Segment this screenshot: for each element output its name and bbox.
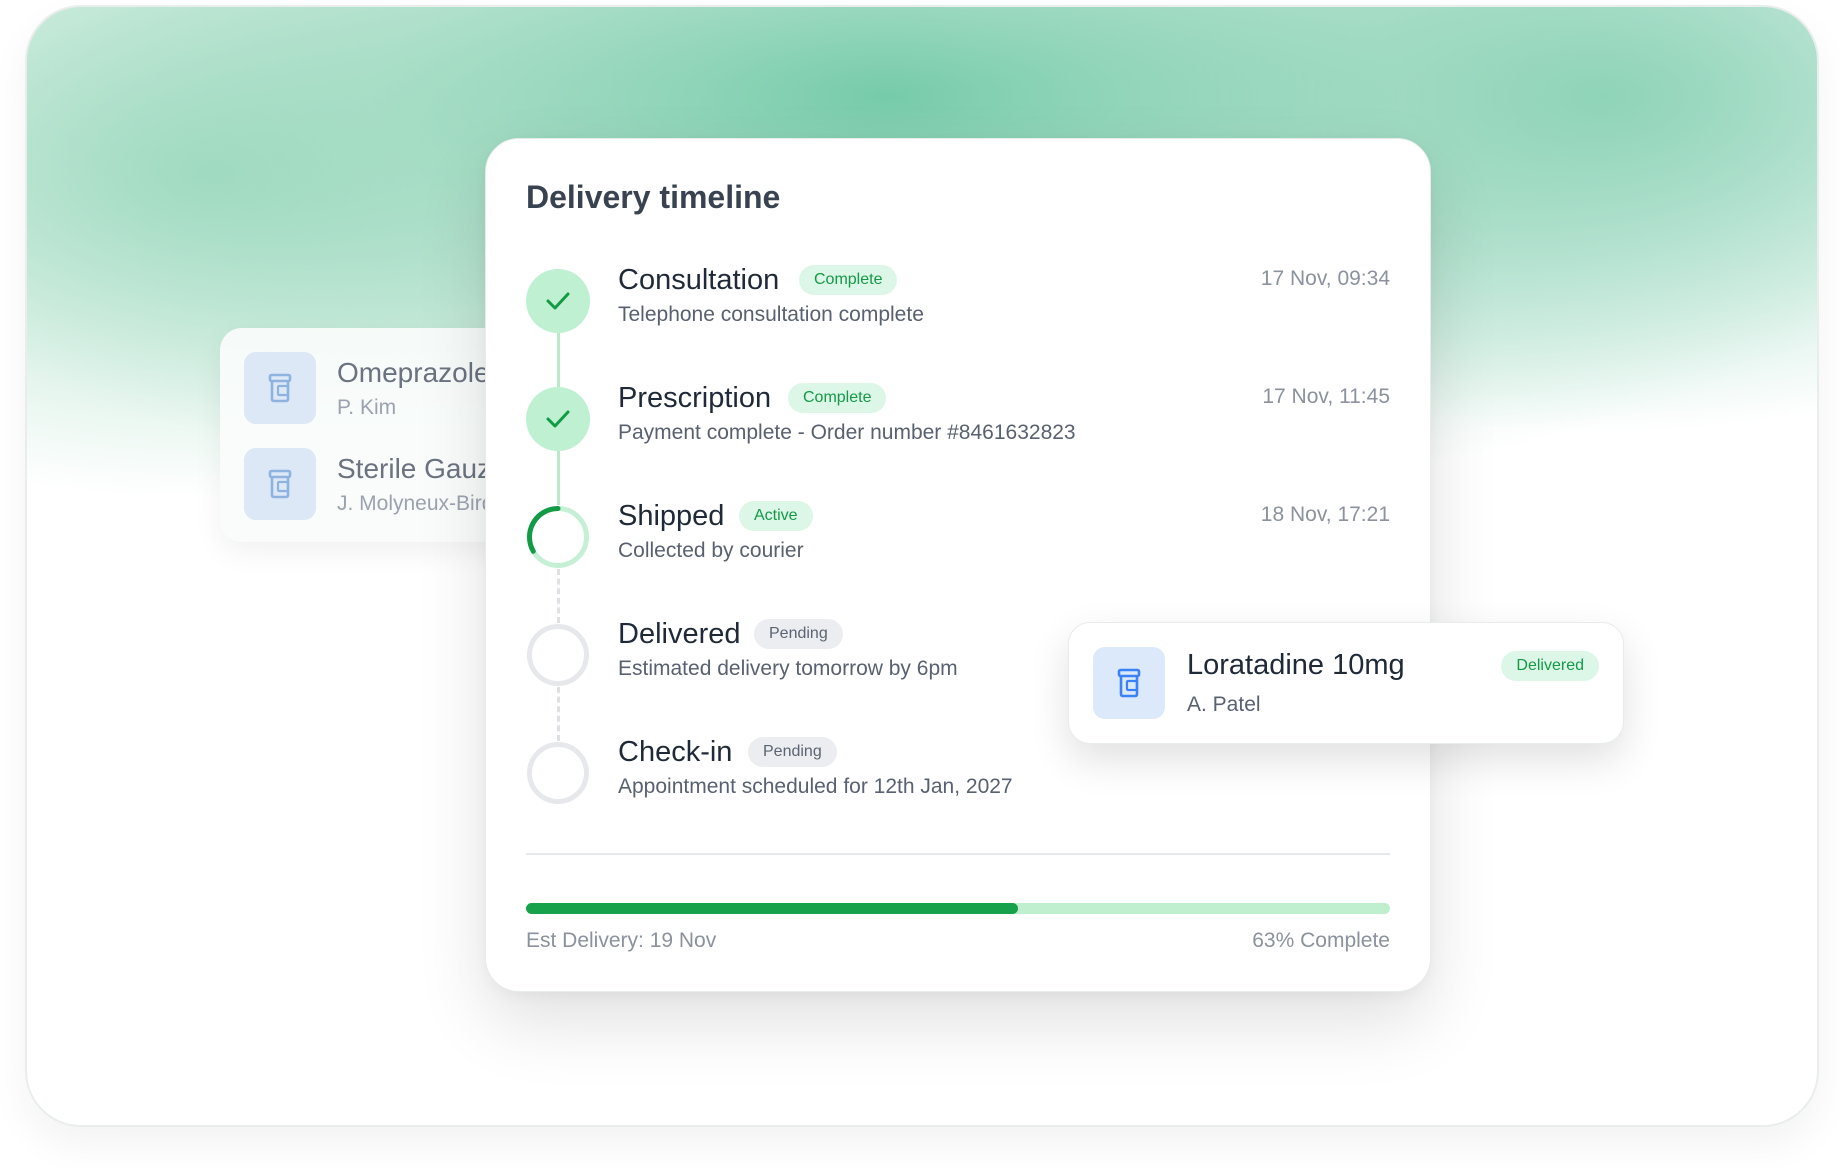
timeline-step-prescription[interactable]: Prescription Complete Payment complete -…: [486, 379, 1430, 497]
item-patient: P. Kim: [337, 396, 397, 419]
step-description: Appointment scheduled for 12th Jan, 2027: [618, 775, 1013, 798]
status-badge: Complete: [799, 265, 898, 295]
step-timestamp: 17 Nov, 09:34: [1260, 267, 1390, 290]
pill-bottle-icon: [244, 448, 316, 520]
progress-bar-fill: [526, 903, 1019, 914]
item-patient: J. Molyneux-Bird: [337, 492, 494, 515]
step-description: Payment complete - Order number #8461632…: [618, 421, 1076, 444]
divider: [526, 853, 1390, 855]
timeline-step-consultation[interactable]: Consultation Complete Telephone consulta…: [486, 261, 1430, 379]
pill-bottle-icon: [244, 352, 316, 424]
step-description: Estimated delivery tomorrow by 6pm: [618, 657, 958, 680]
status-badge: Pending: [748, 737, 837, 767]
timeline-step-shipped[interactable]: Shipped Active Collected by courier 18 N…: [486, 497, 1430, 615]
pill-bottle-icon: [1093, 647, 1165, 719]
step-description: Collected by courier: [618, 539, 804, 562]
progress-bar: [526, 903, 1390, 914]
step-name: Check-in: [618, 736, 733, 768]
item-name: Sterile Gauze: [337, 453, 507, 484]
status-badge: Pending: [754, 619, 843, 649]
progress-percent-label: 63% Complete: [1252, 929, 1390, 952]
status-badge: Complete: [788, 383, 887, 413]
patient-name: A. Patel: [1187, 693, 1261, 716]
timeline-step-check-in[interactable]: Check-in Pending Appointment scheduled f…: [486, 733, 1430, 851]
medication-list-card: Omeprazole P. Kim Sterile Gauze J. Molyn…: [220, 328, 520, 542]
pending-circle-icon: [527, 742, 589, 804]
status-badge: Active: [739, 501, 813, 531]
card-title: Delivery timeline: [526, 179, 781, 215]
step-name: Prescription: [618, 382, 772, 414]
pending-circle-icon: [527, 624, 589, 686]
estimated-delivery-label: Est Delivery: 19 Nov: [526, 929, 717, 952]
list-item[interactable]: Omeprazole P. Kim: [244, 352, 490, 424]
step-name: Delivered: [618, 618, 741, 650]
item-name: Omeprazole: [337, 357, 490, 388]
step-name: Shipped: [618, 500, 725, 532]
step-timestamp: 17 Nov, 11:45: [1262, 385, 1390, 408]
step-timestamp: 18 Nov, 17:21: [1260, 503, 1390, 526]
step-description: Telephone consultation complete: [618, 303, 924, 326]
medication-name: Loratadine 10mg: [1187, 649, 1405, 681]
list-item[interactable]: Sterile Gauze J. Molyneux-Bird: [244, 448, 507, 520]
status-badge: Delivered: [1501, 651, 1599, 681]
progress-ring-icon: [527, 506, 589, 568]
check-icon: [526, 387, 590, 451]
check-icon: [526, 269, 590, 333]
delivery-timeline-card: Delivery timeline Consultation Complete …: [485, 138, 1431, 992]
delivered-medication-card[interactable]: Loratadine 10mg A. Patel Delivered: [1068, 622, 1624, 744]
step-name: Consultation: [618, 264, 780, 296]
